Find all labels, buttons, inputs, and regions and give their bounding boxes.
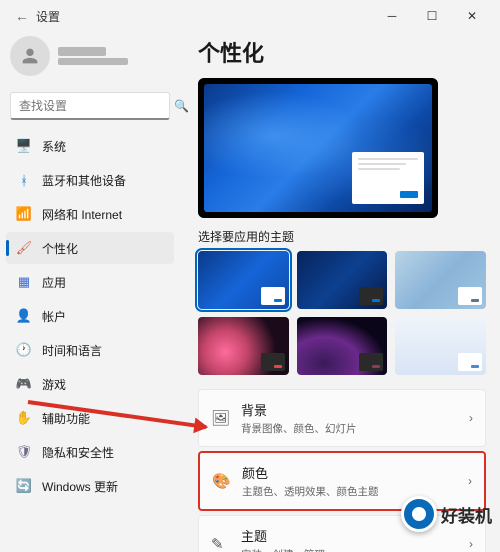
card-icon: 🖼 [211,409,229,427]
nav-item-3[interactable]: 🖌 个性化 [6,232,174,264]
nav-icon: 🔄 [16,478,32,494]
nav-item-6[interactable]: 🕐 时间和语言 [6,334,174,366]
nav-label: 游戏 [42,376,66,393]
theme-option-5[interactable] [297,317,388,375]
nav-item-1[interactable]: ᚼ 蓝牙和其他设备 [6,164,174,196]
search-box[interactable]: 🔍 [10,92,170,120]
nav-label: 隐私和安全性 [42,444,114,461]
nav-item-2[interactable]: 📶 网络和 Internet [6,198,174,230]
card-icon: 🎨 [212,472,230,490]
nav-label: 网络和 Internet [42,206,122,223]
user-info [58,47,128,65]
theme-option-2[interactable] [297,251,388,309]
back-button[interactable]: ← [8,8,36,24]
maximize-button[interactable]: ☐ [412,9,452,23]
close-button[interactable]: ✕ [452,9,492,23]
watermark-icon [401,496,437,532]
card-title: 背景 [241,400,457,419]
card-subtitle: 背景图像、颜色、幻灯片 [241,421,457,436]
card-icon: ✎ [211,535,229,552]
watermark: 好装机 [401,496,492,532]
setting-card-0[interactable]: 🖼 背景背景图像、颜色、幻灯片 › [198,389,486,447]
nav-icon: 👤 [16,308,32,324]
nav-item-5[interactable]: 👤 帐户 [6,300,174,332]
chevron-right-icon: › [469,411,473,425]
nav-label: 辅助功能 [42,410,90,427]
theme-option-3[interactable] [395,251,486,309]
minimize-button[interactable]: ─ [372,9,412,23]
themes-label: 选择要应用的主题 [198,228,486,245]
chevron-right-icon: › [468,474,472,488]
nav-label: 帐户 [42,308,66,325]
nav-label: 系统 [42,138,66,155]
nav-item-7[interactable]: 🎮 游戏 [6,368,174,400]
nav-icon: 🕐 [16,342,32,358]
nav-item-0[interactable]: 🖥️ 系统 [6,130,174,162]
theme-grid [198,251,486,375]
window-title: 设置 [36,8,372,25]
nav-item-4[interactable]: ▦ 应用 [6,266,174,298]
card-subtitle: 安装、创建、管理 [241,547,457,552]
sidebar: 🔍 🖥️ 系统 ᚼ 蓝牙和其他设备 📶 网络和 Internet 🖌 个性化 ▦ 应用 👤 帐户 🕐 时间… [0,32,180,552]
user-profile[interactable] [6,32,174,86]
nav-icon: 🎮 [16,376,32,392]
theme-option-1[interactable] [198,251,289,309]
nav-item-10[interactable]: 🔄 Windows 更新 [6,470,174,502]
nav-icon: ᚼ [16,172,32,188]
nav-item-9[interactable]: 🛡 隐私和安全性 [6,436,174,468]
watermark-text: 好装机 [441,502,492,527]
card-title: 颜色 [242,463,456,482]
nav-icon: 📶 [16,206,32,222]
nav-icon: 🖌 [16,240,32,256]
nav-icon: 🛡 [16,444,32,460]
avatar [10,36,50,76]
nav-label: 时间和语言 [42,342,102,359]
desktop-preview [198,78,438,218]
preview-window [352,152,424,204]
nav-icon: ▦ [16,274,32,290]
nav-icon: 🖥️ [16,138,32,154]
chevron-right-icon: › [469,537,473,551]
nav-label: Windows 更新 [42,478,118,495]
search-input[interactable] [19,99,174,113]
nav-label: 应用 [42,274,66,291]
theme-option-6[interactable] [395,317,486,375]
nav-label: 蓝牙和其他设备 [42,172,126,189]
page-title: 个性化 [198,36,486,68]
nav-label: 个性化 [42,240,78,257]
nav-icon: ✋ [16,410,32,426]
content-area: 个性化 选择要应用的主题 🖼背景背景图像、颜色、幻灯片›🎨颜色主题色、透明效果、… [180,32,500,552]
theme-option-4[interactable] [198,317,289,375]
